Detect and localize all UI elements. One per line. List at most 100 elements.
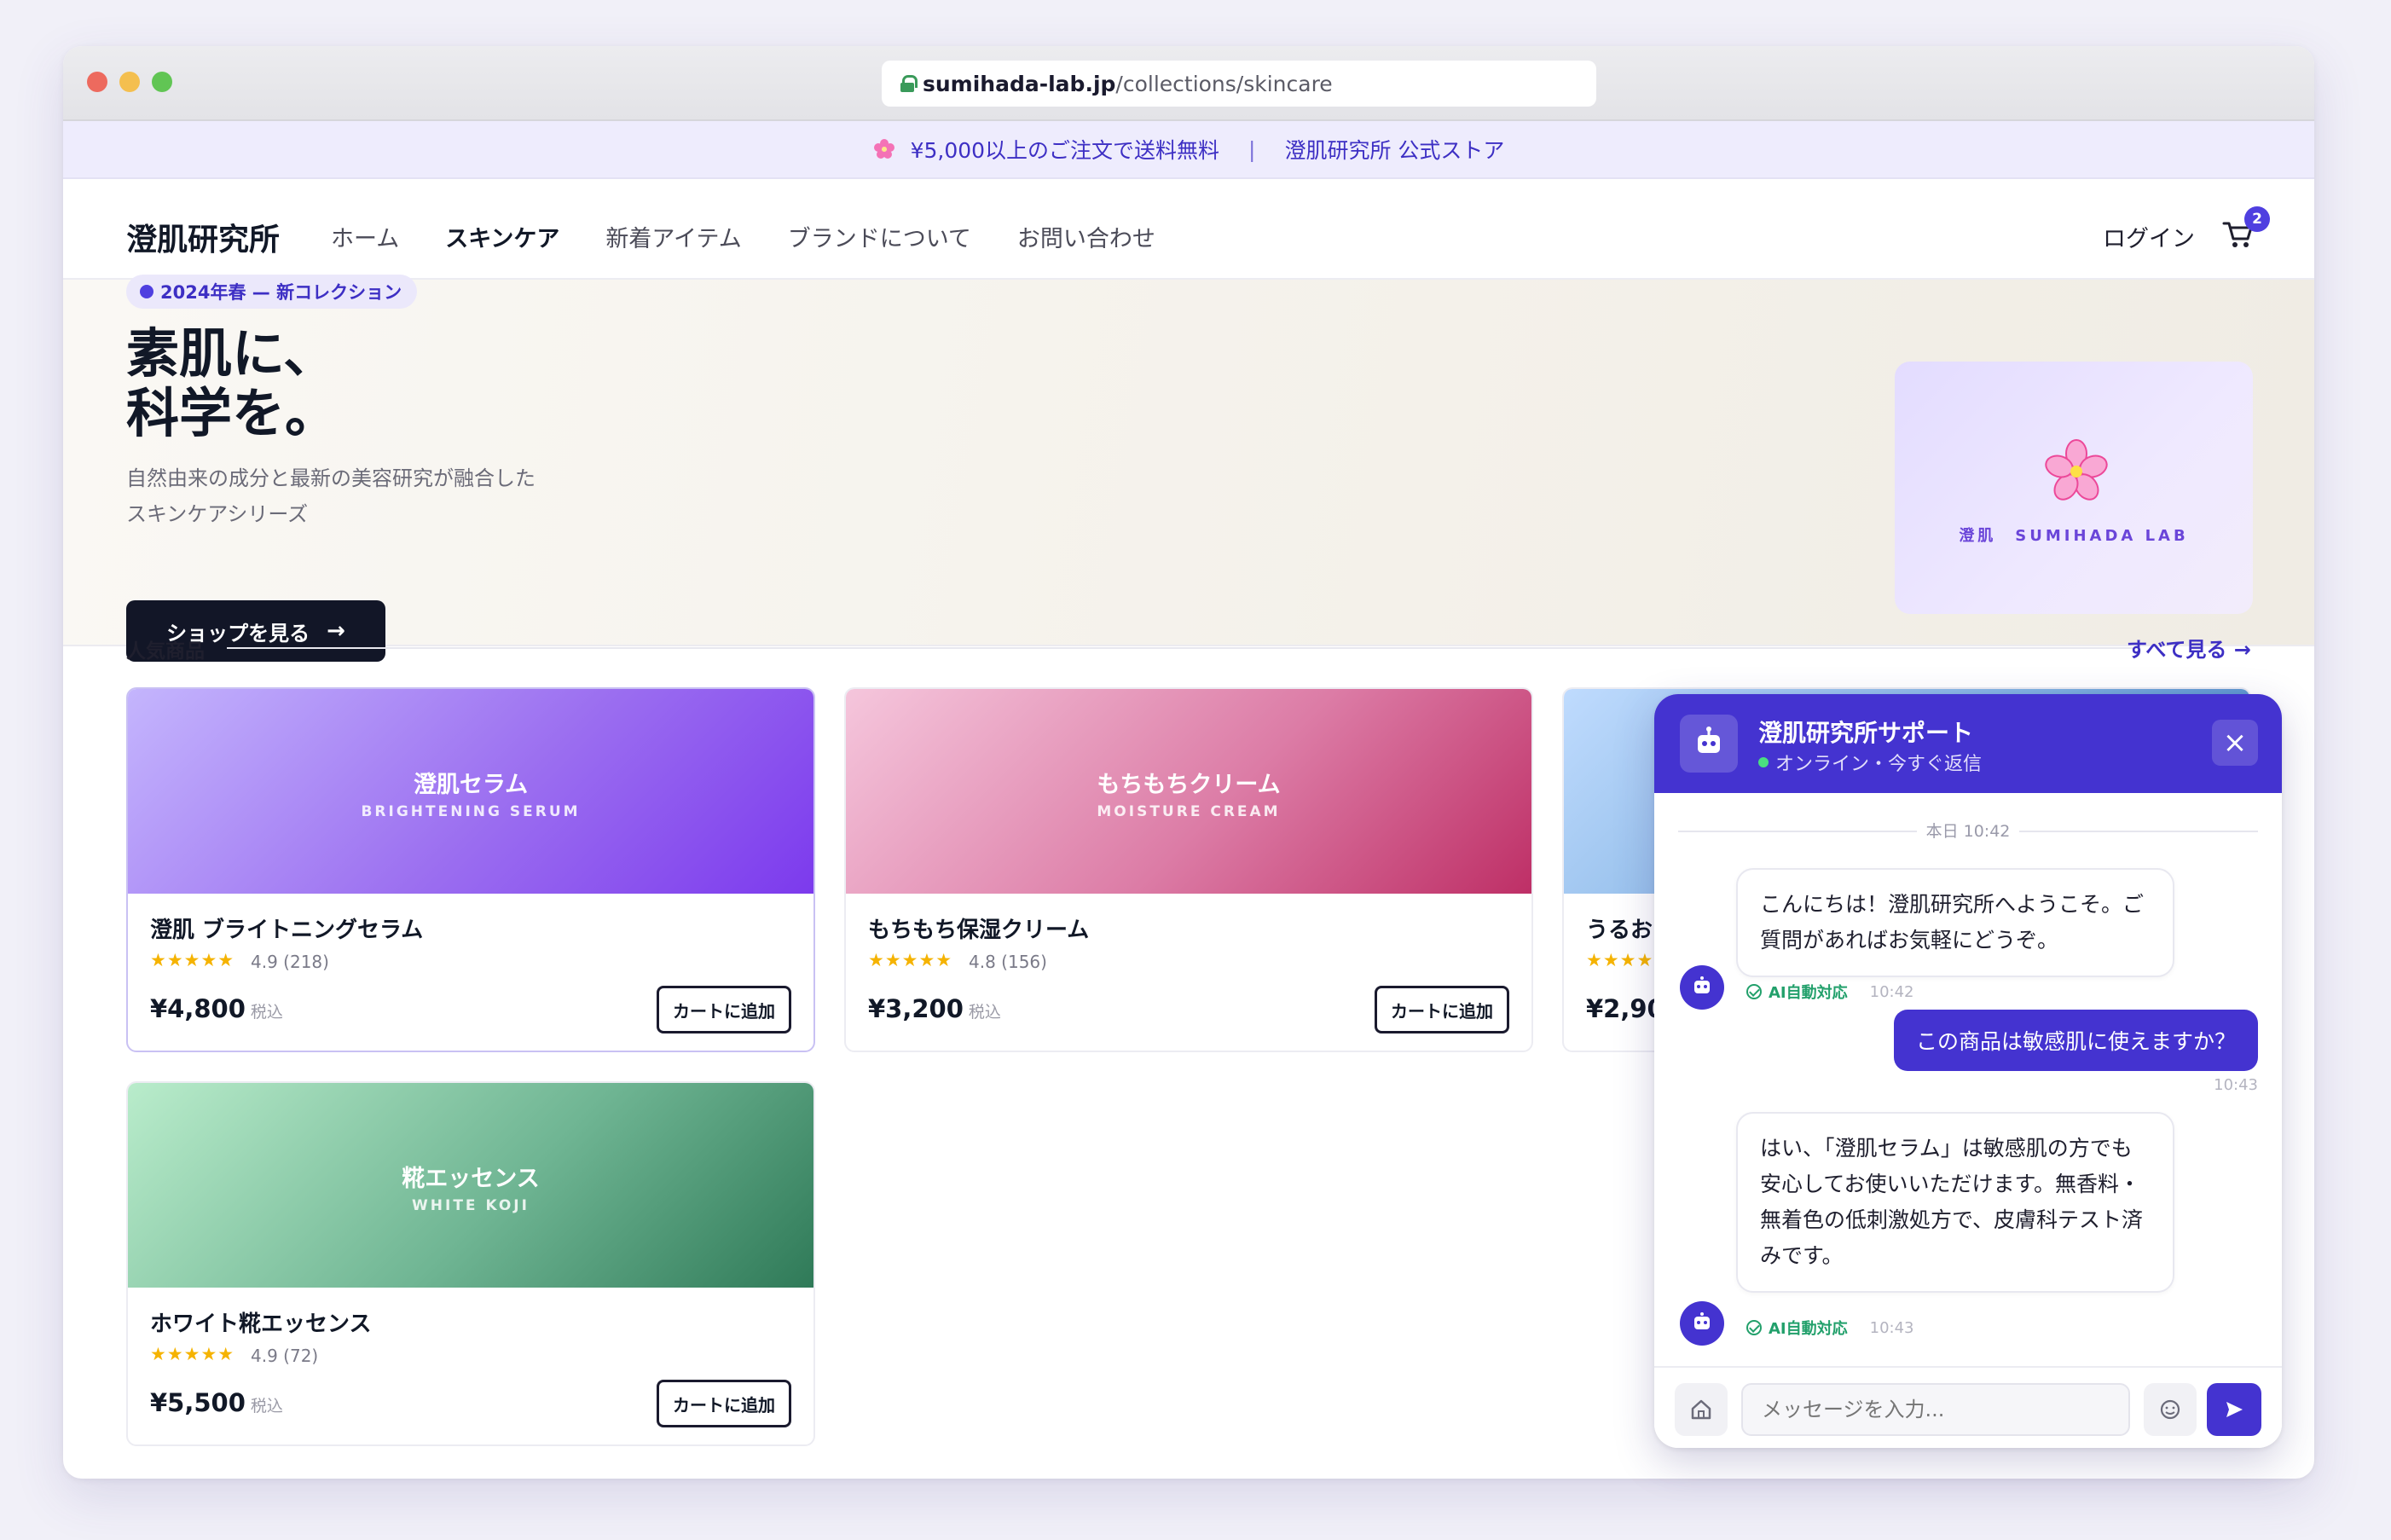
product-card[interactable]: 糀エッセンス WHITE KOJI ホワイト糀エッセンス ★★★★★ 4.9 (… xyxy=(126,1081,815,1446)
product-price: ¥4,800 税込 xyxy=(150,994,283,1023)
product-name[interactable]: ホワイト糀エッセンス xyxy=(150,1306,371,1338)
promo-separator: | xyxy=(1248,136,1256,162)
online-status-icon xyxy=(1758,757,1769,767)
message-meta: AI自動対応 10:42 xyxy=(1746,981,1914,1003)
section-divider xyxy=(227,647,2137,649)
product-card[interactable]: もちもちクリーム MOISTURE CREAM もちもち保湿クリーム ★★★★★… xyxy=(844,687,1533,1052)
see-all-link[interactable]: すべて見る → xyxy=(2127,633,2251,663)
home-icon xyxy=(1691,1399,1711,1420)
support-chat-widget: 澄肌研究所サポート オンライン・今すぐ返信 × 本日 10:42 こんにちは！澄… xyxy=(1654,694,2282,1448)
cart-count-badge: 2 xyxy=(2244,206,2270,232)
ai-auto-label: AI自動対応 xyxy=(1769,984,1848,1002)
product-image-subtitle: WHITE KOJI xyxy=(412,1197,530,1214)
browser-titlebar: sumihada-lab.jp /collections/skincare xyxy=(63,46,2314,121)
site-logo[interactable]: 澄肌研究所 xyxy=(126,215,280,259)
bot-avatar xyxy=(1680,965,1724,1010)
chat-messages: 本日 10:42 こんにちは！澄肌研究所へようこそ。ご質問があればお気軽にどうぞ… xyxy=(1654,793,2282,1366)
hero-title-line-1: 素肌に、 xyxy=(126,322,337,385)
add-to-cart-button[interactable]: カートに追加 xyxy=(657,1380,791,1427)
price-value: ¥5,500 xyxy=(150,1388,246,1417)
ai-auto-label: AI自動対応 xyxy=(1769,1320,1848,1338)
rating-stars-icon: ★★★★★ xyxy=(868,950,953,970)
product-image-title: 澄肌セラム xyxy=(413,772,529,798)
add-to-cart-button[interactable]: カートに追加 xyxy=(657,986,791,1033)
bot-message: はい、「澄肌セラム」は敏感肌の方でも安心してお使いいただけます。無香料・無着色の… xyxy=(1736,1112,2174,1293)
product-image-subtitle: MOISTURE CREAM xyxy=(1097,803,1281,820)
robot-icon xyxy=(1694,1312,1710,1329)
message-time: 10:42 xyxy=(1869,982,1914,1001)
minimize-window-button[interactable] xyxy=(119,72,140,92)
promo-store-link[interactable]: 澄肌研究所 公式ストア xyxy=(1284,134,1504,165)
tax-label: 税込 xyxy=(968,1003,1001,1022)
robot-icon xyxy=(1698,727,1720,753)
product-image: 糀エッセンス WHITE KOJI xyxy=(128,1083,813,1288)
robot-icon xyxy=(1694,976,1710,993)
message-meta: AI自動対応 10:43 xyxy=(1746,1317,1914,1339)
emoji-button[interactable] xyxy=(2144,1383,2197,1436)
product-image-title: もちもちクリーム xyxy=(1097,772,1281,798)
url-path: /collections/skincare xyxy=(1115,71,1333,96)
chat-status: オンライン・今すぐ返信 xyxy=(1758,749,1982,776)
main-nav: ホーム スキンケア 新着アイテム ブランドについて お問い合わせ xyxy=(331,220,1155,253)
product-name[interactable]: もちもち保湿クリーム xyxy=(868,912,1089,944)
chat-header: 澄肌研究所サポート オンライン・今すぐ返信 × xyxy=(1654,694,2282,793)
check-circle-icon xyxy=(1746,984,1762,999)
badge-dot-icon xyxy=(140,285,153,298)
product-image-title: 糀エッセンス xyxy=(402,1166,540,1192)
chat-bot-avatar xyxy=(1680,715,1738,773)
close-icon: × xyxy=(2222,726,2248,760)
date-divider-label: 本日 10:42 xyxy=(1925,822,2011,841)
product-price: ¥5,500 税込 xyxy=(150,1388,283,1417)
brand-visual-card: 澄肌 SUMIHADA LAB xyxy=(1895,362,2253,614)
nav-link-about-brand[interactable]: ブランドについて xyxy=(788,220,971,253)
close-window-button[interactable] xyxy=(87,72,107,92)
maximize-window-button[interactable] xyxy=(152,72,172,92)
product-image-subtitle: BRIGHTENING SERUM xyxy=(361,803,581,820)
product-name[interactable]: 澄肌 ブライトニングセラム xyxy=(150,912,423,944)
bot-avatar xyxy=(1680,1301,1724,1346)
check-circle-icon xyxy=(1746,1320,1762,1335)
hero-subtitle-line-2: スキンケアシリーズ xyxy=(126,502,309,526)
user-message: この商品は敏感肌に使えますか？ xyxy=(1893,1010,2258,1071)
nav-link-new-items[interactable]: 新着アイテム xyxy=(605,220,741,253)
promo-text: ¥5,000以上のご注文で送料無料 xyxy=(910,138,1220,163)
home-button[interactable] xyxy=(1675,1383,1728,1436)
smiley-icon xyxy=(2160,1399,2180,1420)
hero-section: 2024年春 — 新コレクション 素肌に、 科学を。 自然由来の成分と最新の美容… xyxy=(63,275,2314,662)
chat-title: 澄肌研究所サポート xyxy=(1758,719,1974,747)
cherry-blossom-icon xyxy=(2045,439,2108,501)
rating-stars-icon: ★★★★★ xyxy=(150,950,235,970)
product-rating: 4.9 (72) xyxy=(251,1346,319,1366)
collection-badge: 2024年春 — 新コレクション xyxy=(126,275,418,309)
login-link[interactable]: ログイン xyxy=(2103,220,2195,253)
message-input[interactable] xyxy=(1741,1383,2130,1436)
cherry-blossom-icon xyxy=(873,139,894,159)
nav-link-home[interactable]: ホーム xyxy=(331,220,399,253)
product-rating: 4.8 (156) xyxy=(969,952,1047,972)
chat-composer xyxy=(1654,1366,2282,1448)
add-to-cart-button[interactable]: カートに追加 xyxy=(1375,986,1509,1033)
address-bar[interactable]: sumihada-lab.jp /collections/skincare xyxy=(882,61,1596,107)
hero-subtitle: 自然由来の成分と最新の美容研究が融合した スキンケアシリーズ xyxy=(126,460,536,532)
nav-link-contact[interactable]: お問い合わせ xyxy=(1017,220,1155,253)
tax-label: 税込 xyxy=(250,1397,283,1416)
site-header: 澄肌研究所 ホーム スキンケア 新着アイテム ブランドについて お問い合わせ ロ… xyxy=(63,179,2314,280)
hero-title: 素肌に、 科学を。 xyxy=(126,324,338,443)
price-value: ¥4,800 xyxy=(150,994,246,1023)
close-chat-button[interactable]: × xyxy=(2212,720,2258,766)
bot-message: こんにちは！澄肌研究所へようこそ。ご質問があればお気軽にどうぞ。 xyxy=(1736,868,2174,977)
collection-badge-label: 2024年春 — 新コレクション xyxy=(160,282,402,303)
message-time: 10:43 xyxy=(1869,1318,1914,1337)
hero-subtitle-line-1: 自然由来の成分と最新の美容研究が融合した xyxy=(126,466,536,490)
hero-title-line-2: 科学を。 xyxy=(126,382,339,444)
brand-visual-label: 澄肌 SUMIHADA LAB xyxy=(1959,527,2189,545)
product-image: 澄肌セラム BRIGHTENING SERUM xyxy=(128,689,813,894)
product-image: もちもちクリーム MOISTURE CREAM xyxy=(846,689,1531,894)
price-value: ¥3,200 xyxy=(868,994,964,1023)
rating-stars-icon: ★★★★★ xyxy=(150,1344,235,1364)
tax-label: 税込 xyxy=(250,1003,283,1022)
arrow-right-icon: → xyxy=(327,618,345,644)
nav-link-skincare[interactable]: スキンケア xyxy=(445,220,559,253)
send-button[interactable] xyxy=(2207,1383,2261,1436)
product-card[interactable]: 澄肌セラム BRIGHTENING SERUM 澄肌 ブライトニングセラム ★★… xyxy=(126,687,815,1052)
